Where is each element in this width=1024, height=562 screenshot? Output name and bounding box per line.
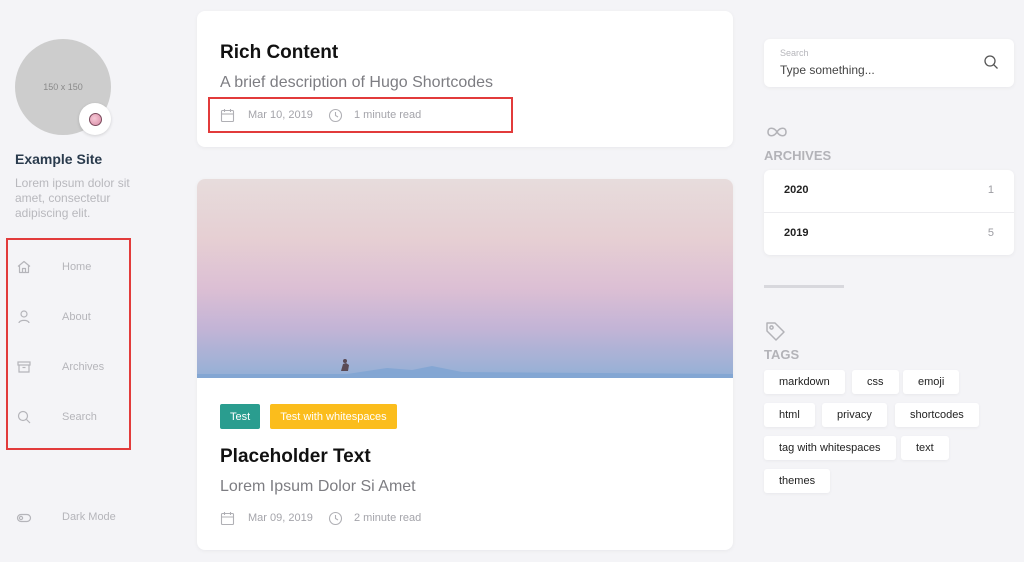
tag-icon bbox=[764, 320, 790, 341]
nav-label-about: About bbox=[62, 311, 91, 323]
post-date: Mar 09, 2019 bbox=[248, 512, 313, 524]
nav-label-home: Home bbox=[62, 261, 92, 273]
site-description: Lorem ipsum dolor sit amet, consectetur … bbox=[15, 176, 130, 220]
post-card-placeholder-text: Test Test with whitespaces Placeholder T… bbox=[197, 179, 733, 550]
tag-privacy[interactable]: privacy bbox=[822, 403, 887, 427]
emoji-icon bbox=[88, 112, 102, 126]
tag-html[interactable]: html bbox=[764, 403, 815, 427]
archive-year: 2020 bbox=[784, 184, 809, 196]
tag-test-with-whitespaces[interactable]: Test with whitespaces bbox=[270, 404, 397, 429]
home-icon bbox=[16, 259, 32, 275]
tag-tag-with-whitespaces[interactable]: tag with whitespaces bbox=[764, 436, 896, 460]
post-title[interactable]: Placeholder Text bbox=[220, 446, 371, 468]
nav-item-search[interactable]: Search bbox=[0, 405, 120, 429]
post-read-time: 2 minute read bbox=[354, 512, 422, 524]
tag-text[interactable]: text bbox=[901, 436, 949, 460]
archives-title: ARCHIVES bbox=[764, 148, 832, 163]
left-sidebar: 150 x 150 Example Site Lorem ipsum dolor… bbox=[0, 0, 170, 562]
archive-icon bbox=[16, 359, 32, 375]
dark-mode-toggle[interactable]: Dark Mode bbox=[0, 506, 140, 530]
nav-label-archives: Archives bbox=[62, 361, 105, 373]
tag-css[interactable]: css bbox=[852, 370, 899, 394]
site-title[interactable]: Example Site bbox=[15, 151, 102, 167]
tag-themes[interactable]: themes bbox=[764, 469, 831, 493]
tag-markdown[interactable]: markdown bbox=[764, 370, 845, 394]
archive-count: 5 bbox=[987, 227, 994, 239]
toggle-icon bbox=[16, 510, 32, 526]
post-meta: Mar 09, 2019 2 minute read bbox=[220, 510, 520, 528]
search-input[interactable] bbox=[780, 61, 970, 79]
post-tags: Test Test with whitespaces bbox=[220, 404, 397, 429]
avatar-placeholder-text: 150 x 150 bbox=[43, 82, 83, 92]
search-icon bbox=[16, 409, 32, 425]
dark-mode-label: Dark Mode bbox=[62, 511, 116, 523]
search-widget: Search bbox=[764, 39, 1014, 87]
nav-item-archives[interactable]: Archives bbox=[0, 355, 120, 379]
tags-title: TAGS bbox=[764, 347, 800, 362]
search-icon[interactable] bbox=[983, 54, 999, 70]
post-description: A brief description of Hugo Shortcodes bbox=[220, 74, 494, 91]
nav-item-about[interactable]: About bbox=[0, 305, 120, 329]
archive-year-2019[interactable]: 2019 5 bbox=[764, 213, 1014, 255]
meta-highlight-box bbox=[208, 97, 513, 133]
avatar-emoji-badge bbox=[79, 103, 111, 135]
nav-item-home[interactable]: Home bbox=[0, 255, 120, 279]
calendar-icon bbox=[220, 511, 235, 526]
post-title[interactable]: Rich Content bbox=[220, 42, 338, 64]
user-icon bbox=[16, 309, 32, 325]
post-description: Lorem Ipsum Dolor Si Amet bbox=[220, 478, 416, 495]
archive-year: 2019 bbox=[784, 227, 809, 239]
archives-list: 2020 1 2019 5 bbox=[764, 170, 1014, 255]
infinity-icon bbox=[764, 124, 790, 144]
tag-test[interactable]: Test bbox=[220, 404, 261, 429]
tag-shortcodes[interactable]: shortcodes bbox=[895, 403, 979, 427]
archive-count: 1 bbox=[987, 184, 994, 196]
nav-label-search: Search bbox=[62, 411, 97, 423]
clock-icon bbox=[328, 511, 343, 526]
tag-emoji[interactable]: emoji bbox=[903, 370, 960, 394]
archive-year-2020[interactable]: 2020 1 bbox=[764, 170, 1014, 212]
search-label: Search bbox=[780, 48, 809, 58]
widget-separator bbox=[764, 285, 844, 288]
post-cover-image[interactable] bbox=[197, 179, 733, 378]
